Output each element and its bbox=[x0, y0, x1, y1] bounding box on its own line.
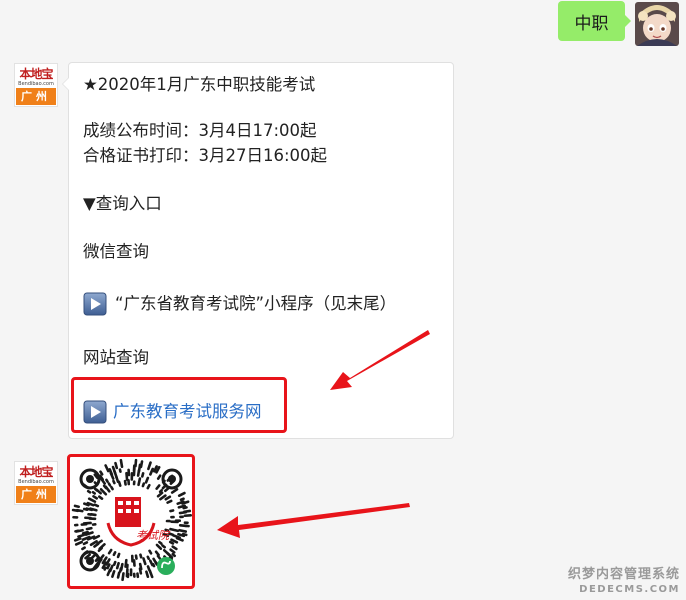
sender-avatar[interactable]: 本地宝 Bendibao.com 广州 bbox=[14, 63, 58, 107]
wechat-query-label: 微信查询 bbox=[83, 242, 149, 261]
website-query-label: 网站查询 bbox=[83, 348, 149, 367]
watermark-line1: 织梦内容管理系统 bbox=[567, 567, 680, 582]
sender-avatar[interactable]: 本地宝 Bendibao.com 广州 bbox=[14, 461, 58, 505]
avatar-city: 广州 bbox=[16, 486, 56, 503]
website-link[interactable]: 广东教育考试服务网 bbox=[83, 400, 262, 424]
outgoing-message-bubble[interactable]: 中职 bbox=[558, 1, 631, 41]
website-link-text: 广东教育考试服务网 bbox=[113, 402, 262, 421]
watermark-line2: DEDECMS.COM bbox=[579, 584, 680, 595]
watermark: 织梦内容管理系统 DEDECMS.COM bbox=[568, 567, 680, 597]
score-release-time: 成绩公布时间：3月4日17:00起 bbox=[83, 121, 317, 140]
miniprogram-icon bbox=[157, 557, 175, 575]
mini-program-text: “广东省教育考试院”小程序（见末尾） bbox=[115, 294, 397, 313]
qrcode-icon: 考试院 bbox=[71, 458, 193, 582]
query-entry-heading: ▼查询入口 bbox=[83, 194, 162, 213]
play-icon bbox=[83, 400, 107, 424]
avatar-city: 广州 bbox=[16, 88, 56, 105]
outgoing-message-text: 中职 bbox=[574, 13, 609, 34]
certificate-print-time: 合格证书打印：3月27日16:00起 bbox=[83, 146, 328, 165]
avatar-domain: Bendibao.com bbox=[18, 479, 54, 485]
arrow-icon bbox=[217, 503, 410, 538]
avatar-domain: Bendibao.com bbox=[18, 81, 54, 87]
message-title: ★2020年1月广东中职技能考试 bbox=[83, 75, 316, 94]
mini-program-qrcode-card[interactable]: 考试院 bbox=[67, 454, 195, 589]
incoming-message-bubble: ★2020年1月广东中职技能考试 成绩公布时间：3月4日17:00起 合格证书打… bbox=[62, 62, 454, 439]
user-avatar[interactable] bbox=[635, 2, 679, 46]
play-icon bbox=[83, 292, 107, 316]
qrcode-center-text: 考试院 bbox=[136, 529, 171, 542]
mini-program-link[interactable]: “广东省教育考试院”小程序（见末尾） bbox=[83, 292, 396, 316]
